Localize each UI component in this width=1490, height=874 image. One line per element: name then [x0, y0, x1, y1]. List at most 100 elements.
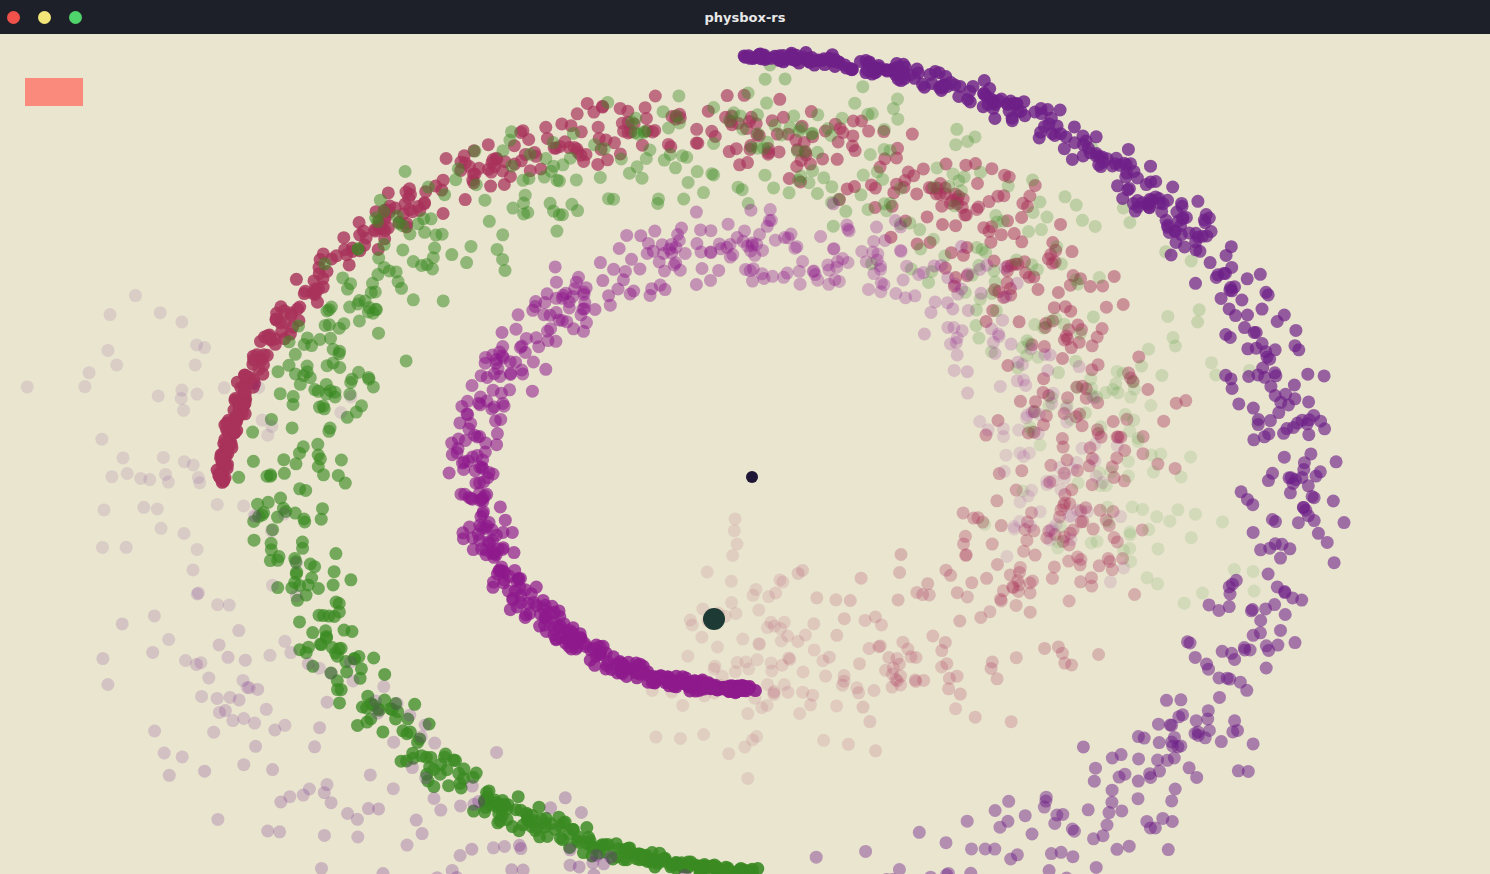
particle — [751, 127, 764, 140]
particle — [817, 734, 830, 747]
particle — [322, 425, 335, 438]
window-control-button[interactable] — [7, 11, 20, 24]
particle — [733, 158, 746, 171]
particle — [811, 108, 824, 121]
particle — [318, 257, 331, 270]
particle — [705, 125, 718, 138]
particle — [910, 651, 923, 664]
particle — [438, 188, 451, 201]
particle — [449, 173, 462, 186]
particle — [538, 296, 551, 309]
particle — [636, 172, 649, 185]
particle — [247, 350, 260, 363]
particle — [843, 224, 856, 237]
title-bar: physbox-rs — [0, 0, 1490, 34]
particle — [311, 438, 324, 451]
particle — [921, 210, 934, 223]
particle — [682, 176, 695, 189]
particle — [1072, 477, 1085, 490]
particle — [722, 747, 735, 760]
particle — [607, 193, 620, 206]
particle — [974, 611, 987, 624]
particle — [496, 228, 509, 241]
particle — [730, 142, 743, 155]
particle — [293, 615, 306, 628]
particle — [369, 285, 382, 298]
particle — [1043, 315, 1056, 328]
particle — [953, 615, 966, 628]
particle — [948, 199, 961, 212]
particle — [309, 283, 322, 296]
particle — [847, 115, 860, 128]
particle — [1059, 190, 1072, 203]
particle — [277, 453, 290, 466]
particle — [1124, 526, 1137, 539]
particle — [346, 625, 359, 638]
particle — [301, 365, 314, 378]
particle — [796, 255, 809, 268]
particle — [913, 223, 926, 236]
particle — [283, 335, 296, 348]
particle — [396, 243, 409, 256]
app-window: physbox-rs — [0, 0, 1490, 874]
particle — [459, 193, 472, 206]
particle — [862, 125, 875, 138]
particle — [736, 633, 749, 646]
particle — [869, 611, 882, 624]
window-control-button[interactable] — [69, 11, 82, 24]
particle — [951, 586, 964, 599]
particle — [498, 178, 511, 191]
particle-arm — [211, 89, 1193, 785]
particle — [1076, 419, 1089, 432]
particle — [372, 252, 385, 265]
particle — [417, 212, 430, 225]
particle — [278, 467, 291, 480]
particle — [317, 468, 330, 481]
window-controls — [0, 11, 705, 24]
particle — [665, 858, 678, 871]
particle — [1028, 318, 1041, 331]
particle — [470, 178, 483, 191]
particle — [799, 146, 812, 159]
particle — [853, 657, 866, 670]
particle — [998, 465, 1011, 478]
particle — [729, 512, 742, 525]
particle — [721, 89, 734, 102]
particle — [701, 566, 714, 579]
particle — [972, 332, 985, 345]
particle — [1041, 211, 1054, 224]
particle — [290, 273, 303, 286]
particle — [750, 730, 763, 743]
particle — [1248, 585, 1261, 598]
particle — [1087, 523, 1100, 536]
particle — [842, 738, 855, 751]
particle — [796, 564, 809, 577]
particle — [999, 290, 1012, 303]
particle — [736, 183, 749, 196]
particle — [367, 652, 380, 665]
particle — [601, 96, 614, 109]
particle — [1056, 432, 1069, 445]
particle — [499, 264, 512, 277]
particle — [623, 167, 636, 180]
window-control-button[interactable] — [38, 11, 51, 24]
simulation-canvas[interactable] — [0, 34, 1490, 874]
particle — [965, 576, 978, 589]
particle — [317, 609, 330, 622]
particle — [971, 177, 984, 190]
particle — [961, 387, 974, 400]
particle — [487, 581, 500, 594]
particle — [1117, 561, 1130, 574]
particle — [238, 385, 251, 398]
particle — [816, 654, 829, 667]
particle — [989, 276, 1002, 289]
particle — [728, 524, 741, 537]
particle — [506, 526, 519, 539]
particle — [1126, 501, 1139, 514]
particle — [1010, 254, 1023, 267]
particle — [943, 672, 956, 685]
particle — [862, 203, 875, 216]
particle — [1179, 394, 1192, 407]
particle — [395, 282, 408, 295]
particle — [523, 815, 536, 828]
